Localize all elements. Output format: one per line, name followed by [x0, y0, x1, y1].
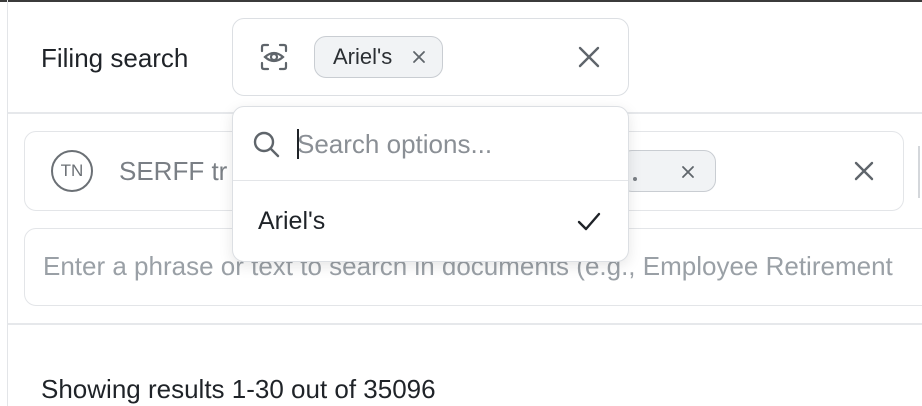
- checkmark-icon: [577, 212, 601, 231]
- selected-chip-label: Ariel's: [333, 44, 393, 69]
- filing-search-filter[interactable]: Ariel's: [232, 18, 629, 96]
- results-summary: Showing results 1-30 out of 35096: [41, 374, 436, 404]
- filing-search-label: Filing search: [41, 43, 189, 73]
- options-dropdown: Ariel's: [232, 106, 629, 262]
- eye-scan-icon[interactable]: [258, 41, 290, 73]
- text-cursor: [297, 129, 299, 159]
- tracking-filter-text: SERFF tr: [119, 156, 228, 186]
- selected-chip[interactable]: Ariel's: [314, 36, 444, 78]
- clear-filter-icon[interactable]: [575, 43, 603, 71]
- top-border: [0, 0, 922, 2]
- options-search-input[interactable]: [297, 125, 597, 163]
- truncated-dot: [633, 177, 637, 181]
- option-label: Ariel's: [258, 207, 326, 235]
- results-divider: [8, 323, 922, 325]
- tracking-chip[interactable]: [620, 150, 716, 192]
- left-border: [7, 0, 8, 406]
- search-icon: [253, 131, 280, 158]
- clear-tracking-icon[interactable]: [851, 158, 877, 184]
- chip-remove-icon[interactable]: [679, 163, 697, 181]
- chip-remove-icon[interactable]: [410, 48, 428, 66]
- tn-badge: TN: [51, 150, 93, 192]
- dropdown-option[interactable]: Ariel's: [233, 181, 628, 261]
- adjacent-control-edge: [918, 146, 920, 198]
